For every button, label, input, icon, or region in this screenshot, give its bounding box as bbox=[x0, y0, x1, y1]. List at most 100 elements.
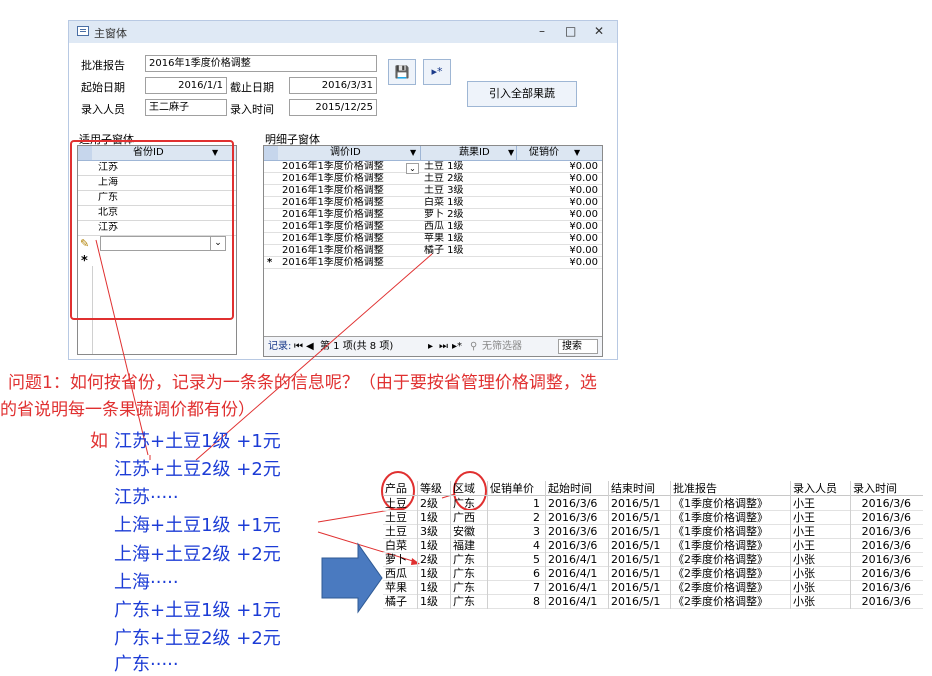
result-table: 产品 等级 区域 促销单价 起始时间 结束时间 批准报告 录入人员 录入时间 土豆 2级 广东 1 201… bbox=[383, 481, 923, 616]
result-cell: 《2季度价格调整》 bbox=[673, 553, 768, 566]
question-line-2: 的省说明每一条果蔬调价都有份） bbox=[0, 400, 255, 420]
result-row: 土豆 2级 广东 1 2016/3/6 2016/5/1 《1季度价格调整》 小王 2016/3… bbox=[383, 497, 923, 511]
result-cell: 3级 bbox=[420, 525, 438, 538]
result-column-header: 起始时间 bbox=[548, 482, 592, 495]
result-cell: 2016/3/6 bbox=[861, 567, 911, 580]
result-cell: 2016/3/6 bbox=[861, 553, 911, 566]
result-column-header: 产品 bbox=[385, 482, 407, 495]
result-cell: 1级 bbox=[420, 581, 438, 594]
result-cell: 1 bbox=[533, 497, 540, 510]
result-cell: 白菜 bbox=[385, 539, 407, 552]
result-cell: 苹果 bbox=[385, 581, 407, 594]
grid-line bbox=[450, 481, 451, 609]
question-line-1: 问题1：如何按省份，记录为一条条的信息呢？（由于要按省管理价格调整，选 bbox=[8, 373, 597, 393]
result-cell: 5 bbox=[533, 553, 540, 566]
result-cell: 2016/3/6 bbox=[548, 525, 598, 538]
result-column-header: 区域 bbox=[453, 482, 475, 495]
result-row: 土豆 3级 安徽 3 2016/3/6 2016/5/1 《1季度价格调整》 小王 2016/3… bbox=[383, 525, 923, 539]
result-cell: 2016/3/6 bbox=[861, 581, 911, 594]
result-cell: 广东 bbox=[453, 497, 475, 510]
result-column-header: 结束时间 bbox=[611, 482, 655, 495]
result-cell: 广东 bbox=[453, 595, 475, 608]
result-cell: 2016/5/1 bbox=[611, 539, 661, 552]
result-cell: 小张 bbox=[793, 553, 815, 566]
result-cell: 西瓜 bbox=[385, 567, 407, 580]
result-cell: 4 bbox=[533, 539, 540, 552]
result-cell: 2级 bbox=[420, 497, 438, 510]
result-cell: 小王 bbox=[793, 539, 815, 552]
example-line: 上海+土豆2级 +2元 bbox=[114, 544, 281, 565]
pointer-line bbox=[95, 239, 149, 456]
result-cell: 6 bbox=[533, 567, 540, 580]
result-column-header: 批准报告 bbox=[673, 482, 717, 495]
result-cell: 2016/5/1 bbox=[611, 497, 661, 510]
result-row: 苹果 1级 广东 7 2016/4/1 2016/5/1 《2季度价格调整》 小张 2016/3… bbox=[383, 581, 923, 595]
result-cell: 2016/3/6 bbox=[861, 595, 911, 608]
example-line: 江苏+土豆1级 +1元 bbox=[114, 431, 281, 452]
example-line: 上海+土豆1级 +1元 bbox=[114, 515, 281, 536]
grid-line bbox=[487, 481, 488, 609]
grid-line bbox=[850, 481, 851, 609]
example-line: 广东+土豆1级 +1元 bbox=[114, 600, 281, 621]
grid-line bbox=[545, 481, 546, 609]
result-cell: 3 bbox=[533, 525, 540, 538]
example-line: 上海····· bbox=[114, 572, 179, 593]
result-cell: 土豆 bbox=[385, 525, 407, 538]
result-cell: 2级 bbox=[420, 553, 438, 566]
result-row: 土豆 1级 广西 2 2016/3/6 2016/5/1 《1季度价格调整》 小王 2016/3… bbox=[383, 511, 923, 525]
result-cell: 2016/5/1 bbox=[611, 525, 661, 538]
result-cell: 2016/3/6 bbox=[861, 525, 911, 538]
result-cell: 2016/3/6 bbox=[861, 497, 911, 510]
result-cell: 《2季度价格调整》 bbox=[673, 581, 768, 594]
result-row: 橘子 1级 广东 8 2016/4/1 2016/5/1 《2季度价格调整》 小张 2016/3… bbox=[383, 595, 923, 609]
grid-line bbox=[417, 481, 418, 609]
result-cell: 小张 bbox=[793, 567, 815, 580]
result-cell: 《2季度价格调整》 bbox=[673, 595, 768, 608]
result-cell: 7 bbox=[533, 581, 540, 594]
result-cell: 广东 bbox=[453, 553, 475, 566]
result-cell: 安徽 bbox=[453, 525, 475, 538]
result-cell: 2 bbox=[533, 511, 540, 524]
result-cell: 广西 bbox=[453, 511, 475, 524]
result-cell: 2016/4/1 bbox=[548, 553, 598, 566]
result-row: 白菜 1级 福建 4 2016/3/6 2016/5/1 《1季度价格调整》 小王 2016/3… bbox=[383, 539, 923, 553]
result-cell: 2016/5/1 bbox=[611, 581, 661, 594]
result-cell: 《2季度价格调整》 bbox=[673, 567, 768, 580]
result-cell: 2016/3/6 bbox=[861, 539, 911, 552]
result-cell: 1级 bbox=[420, 595, 438, 608]
result-cell: 1级 bbox=[420, 511, 438, 524]
result-cell: 2016/4/1 bbox=[548, 595, 598, 608]
result-cell: 2016/5/1 bbox=[611, 567, 661, 580]
result-cell: 小张 bbox=[793, 595, 815, 608]
result-row: 萝卜 2级 广东 5 2016/4/1 2016/5/1 《2季度价格调整》 小张 2016/3… bbox=[383, 553, 923, 567]
result-column-header: 促销单价 bbox=[490, 482, 534, 495]
result-cell: 2016/3/6 bbox=[861, 511, 911, 524]
result-cell: 2016/4/1 bbox=[548, 567, 598, 580]
result-cell: 广东 bbox=[453, 567, 475, 580]
result-cell: 萝卜 bbox=[385, 553, 407, 566]
result-cell: 《1季度价格调整》 bbox=[673, 511, 768, 524]
example-line: 江苏····· bbox=[114, 487, 179, 508]
result-cell: 小王 bbox=[793, 511, 815, 524]
example-lead: 如 bbox=[90, 431, 108, 452]
result-cell: 《1季度价格调整》 bbox=[673, 525, 768, 538]
result-cell: 2016/3/6 bbox=[548, 497, 598, 510]
result-cell: 土豆 bbox=[385, 497, 407, 510]
result-cell: 2016/5/1 bbox=[611, 511, 661, 524]
example-line: 江苏+土豆2级 +2元 bbox=[114, 459, 281, 480]
right-arrow-icon bbox=[321, 542, 383, 614]
example-line: 广东····· bbox=[114, 654, 179, 675]
result-header: 产品 等级 区域 促销单价 起始时间 结束时间 批准报告 录入人员 录入时间 bbox=[383, 481, 923, 496]
result-cell: 小王 bbox=[793, 525, 815, 538]
result-cell: 2016/3/6 bbox=[548, 511, 598, 524]
result-column-header: 等级 bbox=[420, 482, 442, 495]
result-cell: 2016/4/1 bbox=[548, 581, 598, 594]
result-cell: 《1季度价格调整》 bbox=[673, 539, 768, 552]
grid-line bbox=[790, 481, 791, 609]
result-cell: 土豆 bbox=[385, 511, 407, 524]
grid-line bbox=[608, 481, 609, 609]
example-line: 广东+土豆2级 +2元 bbox=[114, 628, 281, 649]
result-column-header: 录入时间 bbox=[853, 482, 897, 495]
result-cell: 2016/3/6 bbox=[548, 539, 598, 552]
result-cell: 8 bbox=[533, 595, 540, 608]
